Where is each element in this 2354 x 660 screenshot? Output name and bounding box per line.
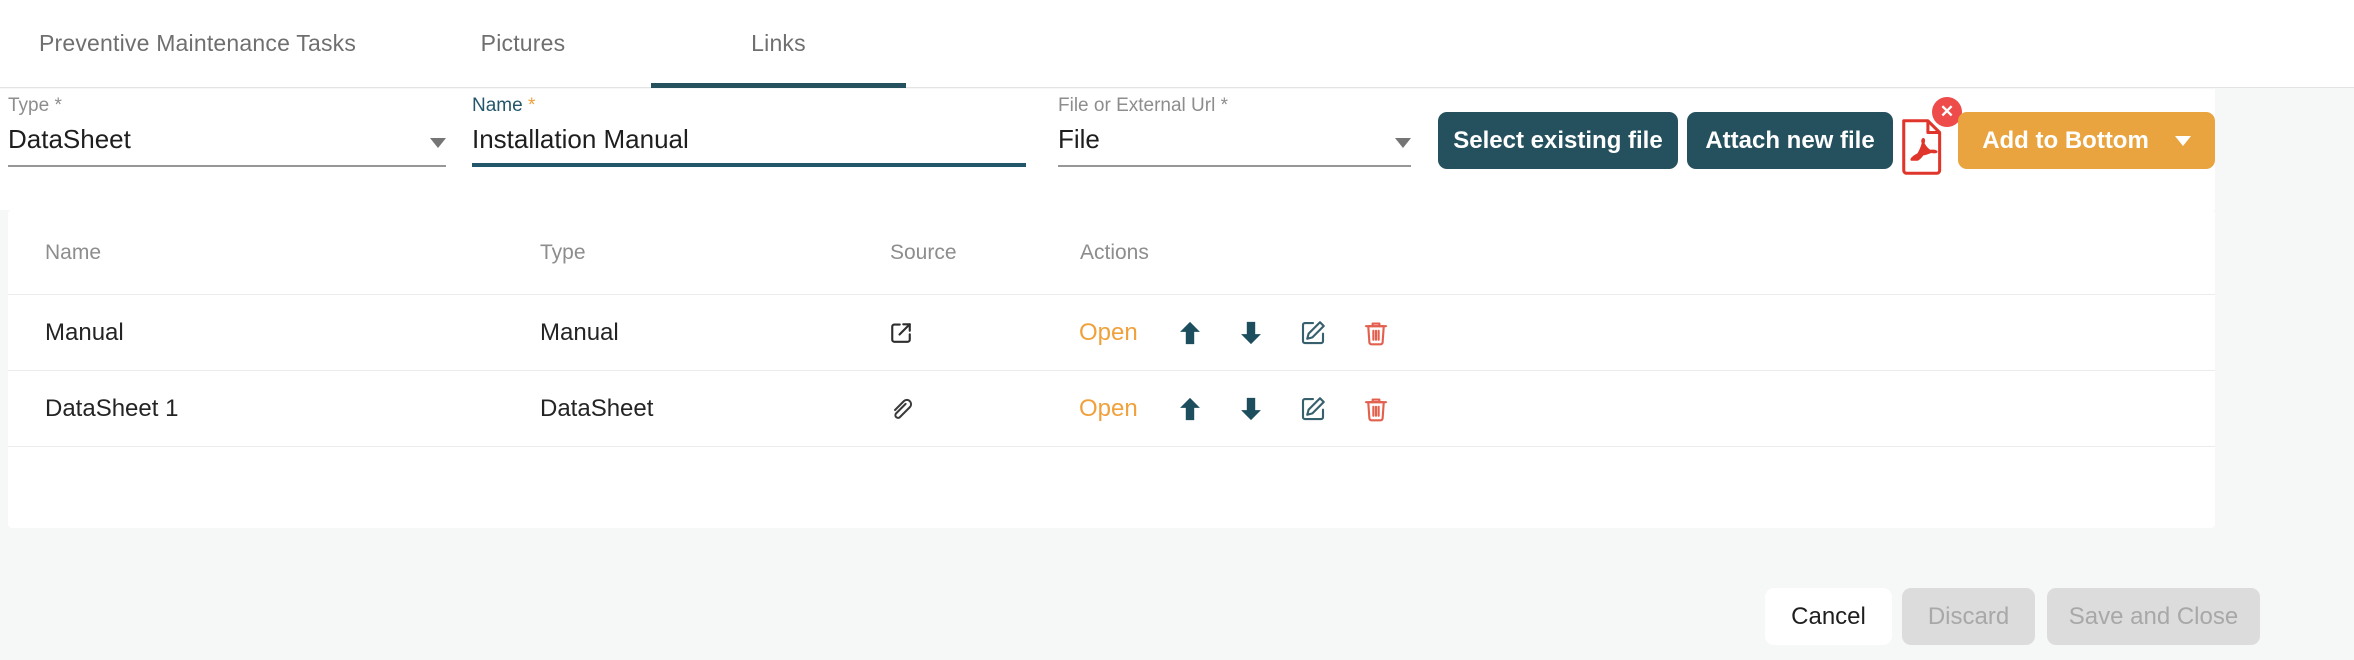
- arrow-up-icon: [1176, 395, 1204, 423]
- row-name-cell: Manual: [45, 295, 124, 371]
- empty-table-row: [8, 447, 2215, 527]
- type-select-field[interactable]: Type * DataSheet: [8, 95, 446, 167]
- file-or-url-select-control[interactable]: File: [1058, 124, 1411, 167]
- type-field-label: Type *: [8, 95, 446, 117]
- trash-icon: [1361, 318, 1391, 348]
- row-name-cell: DataSheet 1: [45, 371, 178, 447]
- row-actions: Open: [1079, 371, 1391, 447]
- add-to-bottom-button[interactable]: Add to Bottom: [1958, 112, 2215, 169]
- column-header-name: Name: [45, 210, 101, 295]
- select-existing-file-button[interactable]: Select existing file: [1438, 112, 1678, 169]
- row-type-cell: DataSheet: [540, 371, 653, 447]
- open-link[interactable]: Open: [1079, 319, 1138, 347]
- save-and-close-button[interactable]: Save and Close: [2047, 588, 2260, 645]
- name-input-field[interactable]: Name * Installation Manual: [472, 95, 1026, 167]
- move-up-button[interactable]: [1176, 395, 1204, 423]
- x-icon: ✕: [1940, 102, 1954, 122]
- attached-pdf-chip: ✕: [1898, 97, 1966, 179]
- column-header-actions: Actions: [1080, 210, 1149, 295]
- paperclip-icon: [886, 394, 916, 424]
- edit-button[interactable]: [1298, 318, 1328, 348]
- tab-pictures[interactable]: Pictures: [395, 0, 651, 87]
- cancel-button[interactable]: Cancel: [1765, 588, 1892, 645]
- file-or-url-field-value: File: [1058, 124, 1100, 155]
- tab-links[interactable]: Links: [651, 0, 906, 87]
- row-type-cell: Manual: [540, 295, 619, 371]
- tab-bar: Preventive Maintenance Tasks Pictures Li…: [0, 0, 2354, 88]
- edit-pencil-icon: [1298, 318, 1328, 348]
- tab-preventive-maintenance-tasks[interactable]: Preventive Maintenance Tasks: [0, 0, 395, 87]
- move-up-button[interactable]: [1176, 319, 1204, 347]
- attach-new-file-button[interactable]: Attach new file: [1687, 112, 1893, 169]
- delete-button[interactable]: [1361, 394, 1391, 424]
- edit-pencil-icon: [1298, 394, 1328, 424]
- discard-button[interactable]: Discard: [1902, 588, 2035, 645]
- move-down-button[interactable]: [1237, 395, 1265, 423]
- type-select-control[interactable]: DataSheet: [8, 124, 446, 167]
- name-field-label: Name *: [472, 95, 1026, 117]
- tab-label: Pictures: [481, 30, 566, 57]
- trash-icon: [1361, 394, 1391, 424]
- add-to-bottom-label: Add to Bottom: [1982, 127, 2149, 155]
- links-editor-page: Preventive Maintenance Tasks Pictures Li…: [0, 0, 2354, 660]
- arrow-down-icon: [1237, 319, 1265, 347]
- file-or-url-field-label: File or External Url *: [1058, 95, 1411, 117]
- delete-button[interactable]: [1361, 318, 1391, 348]
- table-row: Manual Manual Open: [8, 295, 2215, 371]
- move-down-button[interactable]: [1237, 319, 1265, 347]
- edit-button[interactable]: [1298, 394, 1328, 424]
- external-link-icon: [886, 318, 916, 348]
- table-row: DataSheet 1 DataSheet Open: [8, 371, 2215, 447]
- tab-label: Links: [751, 30, 806, 57]
- column-header-type: Type: [540, 210, 586, 295]
- row-actions: Open: [1079, 295, 1391, 371]
- tab-label: Preventive Maintenance Tasks: [39, 30, 356, 57]
- link-form: Type * DataSheet Name * Installation Man…: [0, 89, 2215, 210]
- name-input-control[interactable]: Installation Manual: [472, 124, 1026, 167]
- chevron-down-icon: [430, 138, 446, 148]
- arrow-down-icon: [1237, 395, 1265, 423]
- table-header-row: Name Type Source Actions: [8, 210, 2215, 295]
- column-header-source: Source: [890, 210, 957, 295]
- open-link[interactable]: Open: [1079, 395, 1138, 423]
- pdf-file-icon: [1898, 118, 1944, 176]
- arrow-up-icon: [1176, 319, 1204, 347]
- chevron-down-icon: [1395, 138, 1411, 148]
- links-table: Name Type Source Actions Manual Manual O…: [8, 210, 2215, 528]
- chevron-down-icon: [2175, 136, 2191, 146]
- file-or-url-select-field[interactable]: File or External Url * File: [1058, 95, 1411, 167]
- name-field-value: Installation Manual: [472, 124, 689, 155]
- type-field-value: DataSheet: [8, 124, 131, 155]
